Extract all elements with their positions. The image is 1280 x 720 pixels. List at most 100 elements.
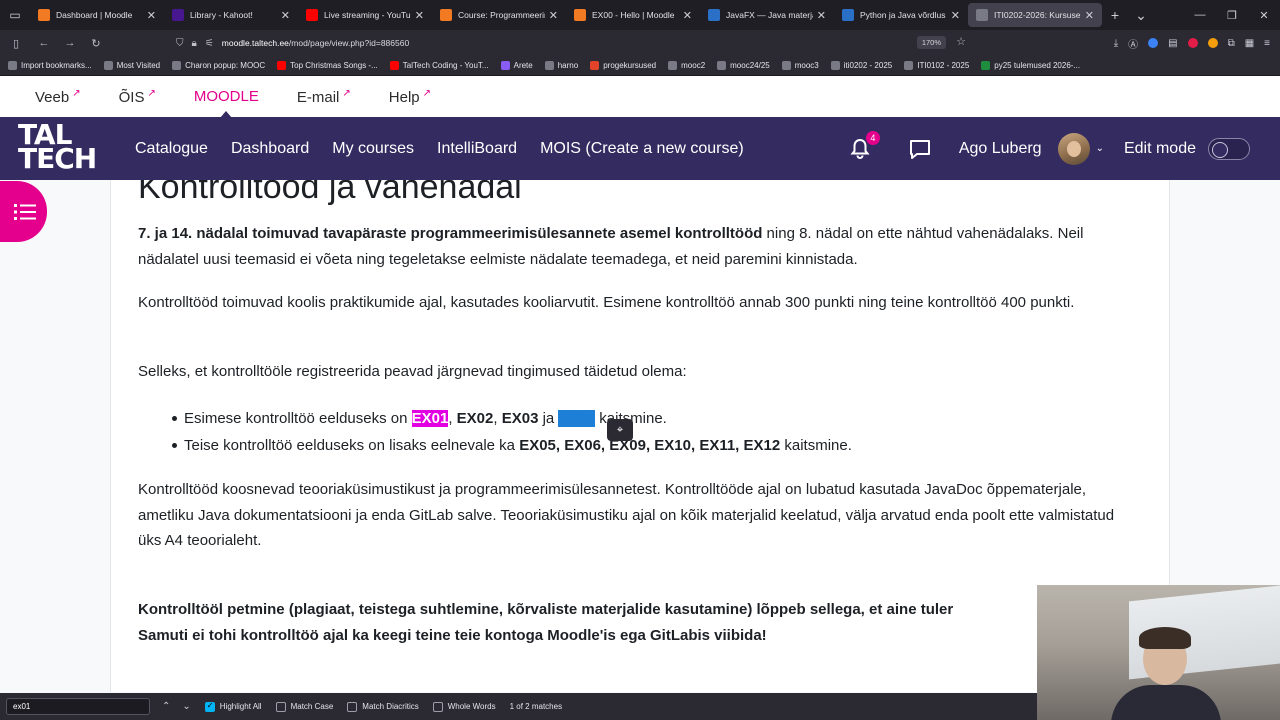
close-window-icon[interactable]: ✕	[1248, 0, 1280, 30]
zoom-level[interactable]: 170%	[916, 36, 946, 49]
url-bar[interactable]: ⛉ 🔒︎ ⚟ moodle.taltech.ee/mod/page/view.p…	[176, 33, 972, 53]
match-case-checkbox[interactable]: Match Case	[275, 701, 333, 712]
find-input[interactable]	[6, 698, 150, 715]
bookmark-item[interactable]: py25 tulemused 2026-...	[981, 61, 1080, 70]
browser-tab[interactable]: EX00 - Hello | Moodle ✕	[566, 0, 700, 30]
selection-action-icon[interactable]: ⌖	[607, 419, 633, 441]
bookmark-item[interactable]: mooc2	[668, 61, 705, 70]
bookmark-star-icon[interactable]: ☆	[956, 35, 966, 48]
list-tabs-icon[interactable]: ⌄	[1128, 7, 1154, 24]
browser-tab[interactable]: Course: Programmeerimise ✕	[432, 0, 566, 30]
taltech-logo[interactable]: TAL TECH	[18, 121, 108, 173]
tab-close-icon[interactable]: ✕	[415, 9, 424, 22]
browser-tab[interactable]: Live streaming - YouTube S ✕	[298, 0, 432, 30]
match-diacritics-checkbox[interactable]: Match Diacritics	[347, 701, 419, 712]
reload-icon[interactable]: ↻	[84, 37, 108, 50]
page-content: Kontrolltööd ja vahenädal 7. ja 14. näda…	[110, 180, 1170, 692]
find-next-icon[interactable]: ⌄	[182, 701, 190, 712]
tab-close-icon[interactable]: ✕	[147, 9, 156, 22]
conditions-list: Esimese kontrolltöö eelduseks on EX01, E…	[138, 405, 1138, 459]
nav-item[interactable]: Catalogue	[135, 140, 208, 158]
chevron-down-icon[interactable]: ⌄	[1096, 143, 1104, 154]
bookmark-item[interactable]: Arete	[500, 61, 533, 70]
back-icon[interactable]: ←	[32, 37, 56, 49]
tab-close-icon[interactable]: ✕	[951, 9, 960, 22]
browser-tab[interactable]: Library - Kahoot! ✕	[164, 0, 298, 30]
restore-icon[interactable]: ❐	[1216, 0, 1248, 30]
highlight-all-checkbox[interactable]: Highlight All	[204, 701, 262, 712]
shield-icon[interactable]: ⛉	[176, 38, 184, 49]
bookmark-favicon-icon	[830, 61, 840, 70]
notifications-bell-icon[interactable]: 4	[848, 130, 880, 161]
bookmark-item[interactable]: progekursused	[590, 61, 656, 70]
nav-item[interactable]: Dashboard	[231, 140, 309, 158]
top-link--is[interactable]: ÕIS ↗	[119, 88, 156, 106]
url-host: moodle.taltech.ee	[221, 38, 289, 48]
downloads-icon[interactable]: ⤓	[1114, 38, 1118, 49]
tab-close-icon[interactable]: ✕	[549, 9, 558, 22]
browser-tab[interactable]: Dashboard | Moodle ✕	[30, 0, 164, 30]
tab-title: JavaFX — Java materjalid 2025	[726, 10, 813, 20]
find-previous-icon[interactable]: ⌃	[162, 701, 170, 712]
tab-favicon-icon	[172, 9, 184, 21]
tab-favicon-icon	[574, 9, 586, 21]
tab-close-icon[interactable]: ✕	[281, 9, 290, 22]
extension-icon[interactable]	[1207, 38, 1218, 48]
forward-icon[interactable]: →	[58, 37, 82, 49]
browser-tab[interactable]: Python ja Java võrdlus | TalT ✕	[834, 0, 968, 30]
paragraph-warning-line2: Samuti ei tohi kontrolltöö ajal ka keegi…	[138, 627, 767, 644]
top-link-help[interactable]: Help ↗	[389, 88, 431, 106]
nav-item[interactable]: MOIS (Create a new course)	[540, 140, 744, 158]
bookmark-item[interactable]: TalTech Coding - YouT...	[389, 61, 489, 70]
firefox-view-icon[interactable]: ▭	[0, 0, 30, 30]
top-link-e-mail[interactable]: E-mail ↗	[297, 88, 351, 106]
tab-title: ITI0202-2026: Kursuse info	[994, 10, 1081, 20]
external-link-icon: ↗	[147, 87, 156, 99]
course-index-drawer-button[interactable]	[0, 181, 47, 242]
messages-icon[interactable]	[908, 137, 932, 161]
top-link-moodle[interactable]: MOODLE	[194, 88, 259, 118]
bookmark-item[interactable]: Charon popup: MOOC	[172, 61, 265, 70]
extension-icon[interactable]	[1187, 38, 1198, 48]
selected-text: EX04	[558, 410, 596, 427]
account-icon[interactable]: Ⓐ	[1128, 36, 1138, 51]
bookmark-item[interactable]: harno	[544, 61, 578, 70]
permissions-icon[interactable]: ⚟	[205, 38, 214, 49]
bookmark-item[interactable]: Import bookmarks...	[8, 61, 92, 70]
sidebar-toggle-icon[interactable]: ▯	[4, 37, 28, 50]
browser-navbar: ▯ ← → ↻ ⛉ 🔒︎ ⚟ moodle.taltech.ee/mod/pag…	[0, 30, 1280, 56]
user-name[interactable]: Ago Luberg	[959, 140, 1042, 158]
bookmark-item[interactable]: iti0202 - 2025	[830, 61, 892, 70]
bookmark-favicon-icon	[904, 61, 914, 70]
nav-item[interactable]: IntelliBoard	[437, 140, 517, 158]
bookmark-item[interactable]: Top Christmas Songs -...	[277, 61, 378, 70]
menu-icon[interactable]: ≡	[1264, 38, 1270, 49]
tab-title: Library - Kahoot!	[190, 10, 253, 20]
webcam-overlay	[1037, 585, 1280, 720]
extension-icon[interactable]: ▤	[1168, 38, 1177, 49]
tab-close-icon[interactable]: ✕	[683, 9, 692, 22]
whole-words-checkbox[interactable]: Whole Words	[432, 701, 496, 712]
avatar[interactable]	[1057, 132, 1090, 165]
new-tab-button[interactable]: +	[1102, 7, 1128, 23]
bookmark-item[interactable]: Most Visited	[103, 61, 160, 70]
edit-mode-toggle[interactable]	[1208, 137, 1250, 160]
bookmark-item[interactable]: ITI0102 - 2025	[904, 61, 969, 70]
apps-grid-icon[interactable]: ▦	[1245, 38, 1254, 49]
extension-icon[interactable]	[1148, 38, 1159, 48]
nav-item[interactable]: My courses	[332, 140, 414, 158]
browser-tab[interactable]: ITI0202-2026: Kursuse info ✕	[968, 3, 1102, 27]
minimize-icon[interactable]: —	[1184, 0, 1216, 30]
bookmark-favicon-icon	[717, 61, 727, 70]
browser-tab[interactable]: JavaFX — Java materjalid 2025 ✕	[700, 0, 834, 30]
extensions-puzzle-icon[interactable]: ⧉	[1228, 38, 1235, 49]
bookmark-favicon-icon	[500, 61, 510, 70]
tab-close-icon[interactable]: ✕	[1085, 9, 1094, 22]
lock-icon[interactable]: 🔒︎	[192, 38, 197, 49]
top-link-veeb[interactable]: Veeb ↗	[35, 88, 81, 106]
bookmark-item[interactable]: mooc3	[781, 61, 819, 70]
match-count: 1 of 2 matches	[509, 702, 563, 711]
external-link-icon: ↗	[72, 87, 81, 99]
tab-close-icon[interactable]: ✕	[817, 9, 826, 22]
bookmark-item[interactable]: mooc24/25	[717, 61, 770, 70]
